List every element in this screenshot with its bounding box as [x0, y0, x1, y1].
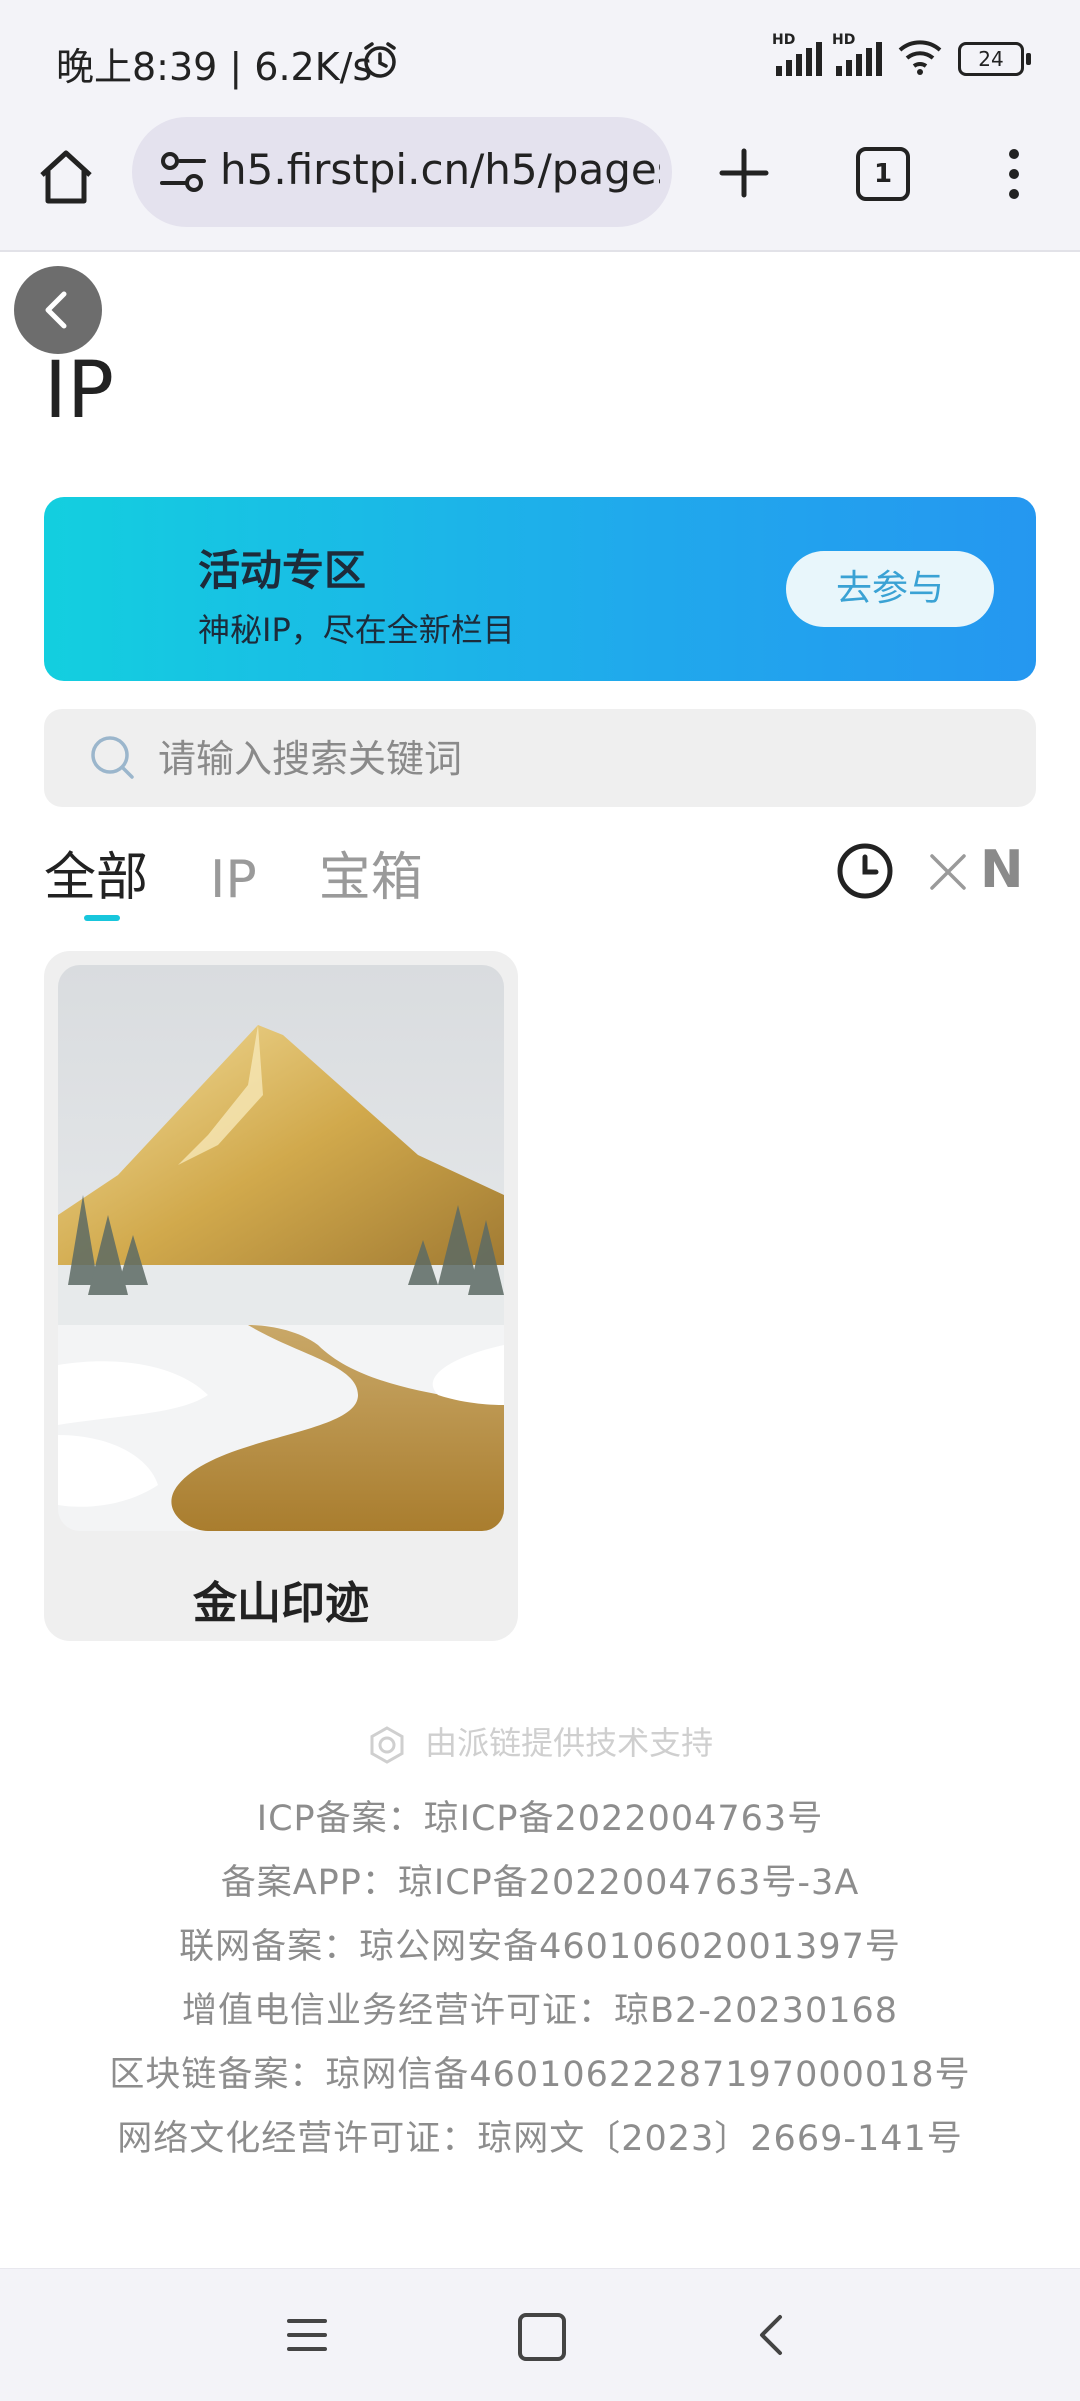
- signal-icon: HD: [772, 32, 822, 76]
- nav-back-icon[interactable]: [752, 2311, 788, 2359]
- home-square-icon[interactable]: [518, 2313, 566, 2361]
- back-button[interactable]: [14, 266, 102, 354]
- home-icon[interactable]: [34, 145, 98, 209]
- footer-police-filing[interactable]: 联网备案：琼公网安备46010602001397号: [0, 1918, 1080, 1969]
- url-bar: h5.firstpi.cn/h5/pages 1: [0, 115, 1080, 235]
- search-bar[interactable]: [44, 709, 1036, 809]
- join-button[interactable]: 去参与: [786, 551, 994, 627]
- n-label: N: [980, 840, 1024, 900]
- new-tab-icon[interactable]: [712, 141, 776, 205]
- category-tabs: 全部 IP 宝箱: [44, 830, 485, 921]
- close-icon[interactable]: [928, 852, 968, 892]
- clock-icon[interactable]: [836, 842, 894, 900]
- recent-apps-icon[interactable]: [285, 2315, 329, 2355]
- more-menu-icon[interactable]: [1000, 145, 1028, 205]
- footer-blockchain-filing: 区块链备案：琼网信备46010622287197000018号: [109, 2055, 971, 2095]
- tab-all[interactable]: 全部: [44, 835, 148, 921]
- activity-banner[interactable]: 活动专区 神秘IP，尽在全新栏目 去参与: [44, 497, 1036, 681]
- tab-ip[interactable]: IP: [210, 850, 257, 910]
- tab-treasure-box[interactable]: 宝箱: [319, 835, 423, 910]
- footer-telecom-license: 增值电信业务经营许可证：琼B2-20230168: [181, 1991, 899, 2031]
- card-image: [58, 965, 504, 1531]
- url-text[interactable]: h5.firstpi.cn/h5/pages: [220, 145, 660, 194]
- banner-title: 活动专区: [198, 546, 367, 595]
- footer-app-filing: 备案APP：琼ICP备2022004763号-3A: [220, 1863, 860, 1903]
- wifi-icon: [896, 38, 944, 80]
- system-nav-bar: [0, 2268, 1080, 2401]
- footer-culture-license: 网络文化经营许可证：琼网文〔2023〕2669-141号: [117, 2119, 963, 2159]
- banner-subtitle: 神秘IP，尽在全新栏目: [198, 611, 515, 649]
- address-field[interactable]: h5.firstpi.cn/h5/pages: [132, 117, 672, 227]
- signal-icon-2: HD: [832, 32, 882, 76]
- alarm-icon: [360, 40, 400, 84]
- tab-switcher-button[interactable]: 1: [856, 147, 910, 201]
- powered-by: 由派链提供技术支持: [0, 1718, 1080, 1765]
- browser-chrome: 晚上8:39 | 6.2K/s HD HD 24 h5.firstpi.cn/h…: [0, 0, 1080, 252]
- status-bar: 晚上8:39 | 6.2K/s HD HD 24: [0, 0, 1080, 110]
- footer-icp[interactable]: ICP备案：琼ICP备2022004763号: [0, 1790, 1080, 1841]
- page-title: IP: [44, 346, 115, 436]
- search-icon: [88, 733, 136, 781]
- chevron-left-icon: [45, 291, 67, 329]
- powered-by-text: 由派链提供技术支持: [425, 1724, 714, 1762]
- card-title: 金山印迹: [193, 1578, 369, 1629]
- paichain-logo-icon: [370, 1726, 404, 1764]
- site-settings-icon[interactable]: [156, 147, 210, 197]
- ip-card[interactable]: 金山印迹: [44, 951, 518, 1641]
- battery-indicator: 24: [958, 42, 1031, 76]
- search-input[interactable]: [156, 709, 1000, 809]
- status-time: 晚上8:39 | 6.2K/s: [56, 45, 373, 89]
